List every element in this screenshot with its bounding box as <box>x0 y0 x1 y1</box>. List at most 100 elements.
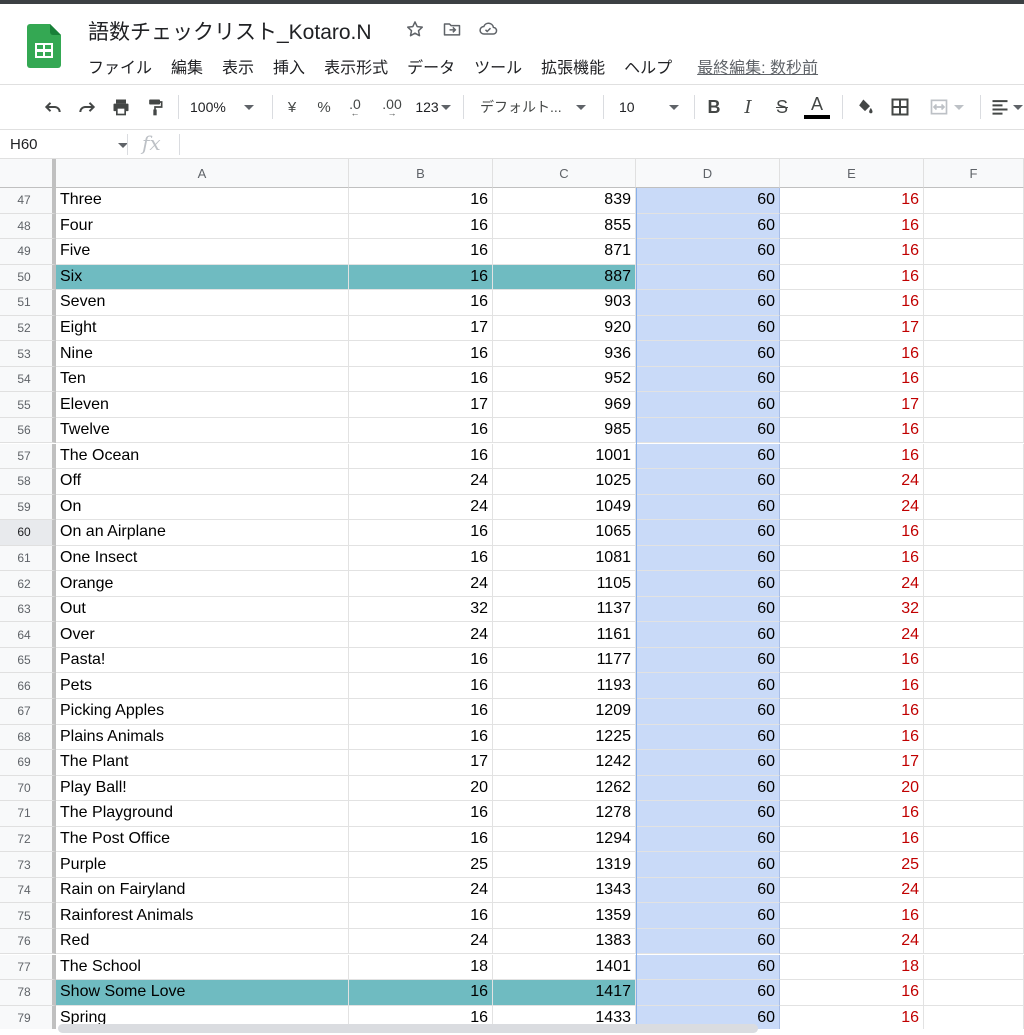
print-icon[interactable] <box>108 94 134 120</box>
row-header[interactable]: 59 <box>0 494 56 521</box>
cell-f[interactable] <box>924 239 1024 265</box>
row-header[interactable]: 75 <box>0 903 56 929</box>
name-box[interactable]: H60 <box>10 136 38 153</box>
row-header[interactable]: 53 <box>0 341 56 367</box>
cell-b[interactable]: 16 <box>349 724 493 751</box>
cell-d[interactable]: 60 <box>636 673 780 699</box>
column-header-f[interactable]: F <box>924 159 1024 188</box>
cell-c[interactable]: 1294 <box>493 826 636 853</box>
more-formats-select[interactable]: 123 <box>413 94 453 120</box>
cell-a[interactable]: Red <box>56 928 349 955</box>
cell-c[interactable]: 920 <box>493 315 636 342</box>
menu-tools[interactable]: ツール <box>474 54 522 78</box>
cell-b[interactable]: 32 <box>349 596 493 623</box>
cell-b[interactable]: 16 <box>349 647 493 674</box>
cell-a[interactable]: Three <box>56 188 349 214</box>
cell-d[interactable]: 60 <box>636 188 780 214</box>
cell-f[interactable] <box>924 596 1024 623</box>
cell-b[interactable]: 17 <box>349 315 493 342</box>
cell-d[interactable]: 60 <box>636 980 780 1006</box>
cell-a[interactable]: Show Some Love <box>56 980 349 1006</box>
bold-button[interactable]: B <box>703 94 725 120</box>
row-header[interactable]: 79 <box>0 1005 56 1029</box>
row-header[interactable]: 57 <box>0 443 56 470</box>
cell-e[interactable]: 32 <box>780 596 924 623</box>
cell-e[interactable]: 16 <box>780 264 924 291</box>
cell-a[interactable]: Ten <box>56 366 349 393</box>
cell-a[interactable]: Four <box>56 213 349 240</box>
document-title[interactable]: 語数チェックリスト_Kotaro.N <box>88 16 372 46</box>
move-to-folder-icon[interactable] <box>441 18 463 40</box>
cell-e[interactable]: 24 <box>780 571 924 597</box>
cell-a[interactable]: Eight <box>56 315 349 342</box>
row-header[interactable]: 50 <box>0 264 56 291</box>
cell-a[interactable]: Six <box>56 264 349 291</box>
currency-format-button[interactable]: ¥ <box>282 94 302 120</box>
cell-f[interactable] <box>924 775 1024 802</box>
cell-a[interactable]: The Plant <box>56 750 349 776</box>
cell-c[interactable]: 1025 <box>493 469 636 495</box>
cell-c[interactable]: 936 <box>493 341 636 367</box>
cell-b[interactable]: 16 <box>349 213 493 240</box>
zoom-select[interactable]: 100% <box>190 94 262 120</box>
menu-insert[interactable]: 挿入 <box>273 54 305 78</box>
cell-e[interactable]: 16 <box>780 980 924 1006</box>
decrease-decimal-button[interactable]: .0 ← <box>343 94 367 120</box>
cell-e[interactable]: 16 <box>780 724 924 751</box>
cell-e[interactable]: 16 <box>780 903 924 929</box>
row-header[interactable]: 66 <box>0 673 56 699</box>
cell-d[interactable]: 60 <box>636 315 780 342</box>
cell-c[interactable]: 1225 <box>493 724 636 751</box>
cell-d[interactable]: 60 <box>636 366 780 393</box>
cell-e[interactable]: 17 <box>780 315 924 342</box>
cell-d[interactable]: 60 <box>636 392 780 418</box>
cell-f[interactable] <box>924 417 1024 444</box>
cell-f[interactable] <box>924 188 1024 214</box>
cell-b[interactable]: 16 <box>349 239 493 265</box>
cell-e[interactable]: 16 <box>780 341 924 367</box>
cell-a[interactable]: One Insect <box>56 545 349 572</box>
cell-f[interactable] <box>924 699 1024 725</box>
cell-d[interactable]: 60 <box>636 290 780 316</box>
cell-e[interactable]: 16 <box>780 1005 924 1029</box>
cell-d[interactable]: 60 <box>636 571 780 597</box>
cell-c[interactable]: 1262 <box>493 775 636 802</box>
cell-c[interactable]: 1417 <box>493 980 636 1006</box>
menu-file[interactable]: ファイル <box>88 54 152 78</box>
cell-f[interactable] <box>924 290 1024 316</box>
row-header[interactable]: 69 <box>0 750 56 776</box>
cell-a[interactable]: On <box>56 494 349 521</box>
percent-format-button[interactable]: % <box>314 94 334 120</box>
cell-d[interactable]: 60 <box>636 903 780 929</box>
cell-d[interactable]: 60 <box>636 264 780 291</box>
row-header[interactable]: 47 <box>0 188 56 214</box>
cell-a[interactable]: Pasta! <box>56 647 349 674</box>
cell-f[interactable] <box>924 903 1024 929</box>
row-header[interactable]: 48 <box>0 213 56 240</box>
cell-d[interactable]: 60 <box>636 775 780 802</box>
cell-d[interactable]: 60 <box>636 213 780 240</box>
cell-b[interactable]: 16 <box>349 366 493 393</box>
menu-data[interactable]: データ <box>407 54 455 78</box>
cell-b[interactable]: 17 <box>349 750 493 776</box>
cell-b[interactable]: 24 <box>349 877 493 904</box>
cell-b[interactable]: 18 <box>349 954 493 981</box>
cell-c[interactable]: 871 <box>493 239 636 265</box>
cell-c[interactable]: 1161 <box>493 622 636 648</box>
cell-a[interactable]: Seven <box>56 290 349 316</box>
row-header[interactable]: 67 <box>0 699 56 725</box>
row-header[interactable]: 71 <box>0 801 56 827</box>
star-icon[interactable] <box>404 18 426 40</box>
cell-f[interactable] <box>924 801 1024 827</box>
cell-f[interactable] <box>924 954 1024 981</box>
cell-d[interactable]: 60 <box>636 443 780 470</box>
menu-extensions[interactable]: 拡張機能 <box>541 54 605 78</box>
paint-format-icon[interactable] <box>142 94 168 120</box>
cell-d[interactable]: 60 <box>636 622 780 648</box>
cell-e[interactable]: 17 <box>780 392 924 418</box>
cell-e[interactable]: 24 <box>780 469 924 495</box>
cell-e[interactable]: 24 <box>780 622 924 648</box>
row-header[interactable]: 64 <box>0 622 56 648</box>
cell-f[interactable] <box>924 315 1024 342</box>
cell-f[interactable] <box>924 673 1024 699</box>
